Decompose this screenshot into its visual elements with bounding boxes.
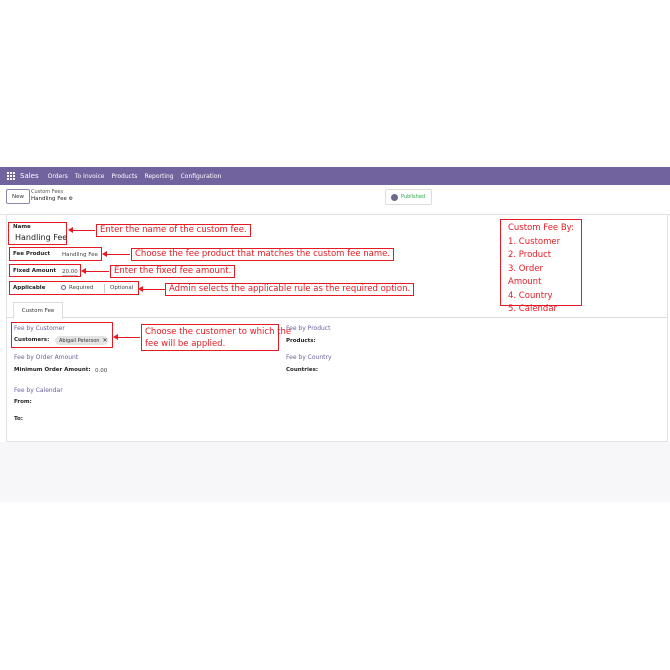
top-navbar: Sales Orders To Invoice Products Reporti… [0,167,670,185]
side-item: 5. Calendar [508,304,558,314]
menu-products[interactable]: Products [112,173,138,180]
fee-by-order-amount-heading: Fee by Order Amount [14,354,79,361]
globe-icon [391,193,398,201]
side-item: 1. Customer [508,236,561,247]
annotation-product: Choose the fee product that matches the … [131,248,395,261]
fee-by-calendar-heading: Fee by Calendar [14,387,63,394]
side-item: 2. Product [508,250,552,260]
applicable-optional-option[interactable]: Optional [110,285,133,291]
apps-grid-icon[interactable] [7,172,15,180]
breadcrumb-parent[interactable]: Custom Fees [31,189,63,195]
applicable-required-option[interactable]: Required [61,285,93,291]
customers-label: Customers: [14,337,50,343]
fee-product-label: Fee Product [13,251,51,257]
arrow-applicable [138,286,165,292]
arrow-name [68,227,95,233]
to-label: To: [14,416,23,422]
name-input[interactable]: Handling Fee [15,233,67,242]
app-name[interactable]: Sales [20,172,39,180]
min-order-input[interactable]: 0.00 [95,368,107,374]
menu-reporting[interactable]: Reporting [144,173,173,180]
breadcrumb-current-label: Handling Fee [31,196,67,202]
applicable-divider [104,284,105,293]
tab-bar [6,317,668,318]
annotation-customer-line2: fee will be applied. [145,339,226,349]
customer-tag[interactable]: Abigail Peterson ✕ [55,336,108,345]
new-button[interactable]: New [6,189,30,204]
custom-fee-by-annotation: Custom Fee By: 1. Customer 2. Product 3.… [500,219,582,314]
published-button[interactable]: Published [385,189,432,205]
fee-by-customer-heading: Fee by Customer [14,325,65,332]
side-item: 3. Order Amount [508,263,543,288]
fee-by-country-heading: Fee by Country [286,354,332,361]
chatter-area [0,442,670,502]
tab-custom-fee[interactable]: Custom Fee [13,302,63,319]
close-icon[interactable]: ✕ [102,337,107,344]
control-panel: New Custom Fees Handling Fee ⚙ Published [0,185,670,215]
required-label: Required [69,285,94,291]
annotation-customer-line1: Choose the customer to which the [145,327,292,337]
from-label: From: [14,399,32,405]
gear-icon[interactable]: ⚙ [69,196,73,202]
min-order-label: Minimum Order Amount: [14,367,91,373]
countries-label: Countries: [286,367,319,373]
side-item: 4. Country [508,290,553,301]
published-label: Published [401,194,426,200]
products-label: Products: [286,338,316,344]
menu-orders[interactable]: Orders [48,173,68,180]
annotation-customer: Choose the customer to which the fee wil… [141,324,292,351]
arrow-amount [81,268,109,274]
menu-to-invoice[interactable]: To Invoice [75,173,105,180]
menu-configuration[interactable]: Configuration [181,173,222,180]
annotation-name: Enter the name of the custom fee. [96,224,251,237]
fixed-amount-input[interactable]: 20.00 [62,269,78,276]
breadcrumb-current: Handling Fee ⚙ [31,196,73,202]
fee-product-input[interactable]: Handling Fee [62,252,98,258]
annotation-amount: Enter the fixed fee amount. [110,265,236,278]
side-title: Custom Fee By: [508,223,574,233]
name-label: Name [13,224,31,230]
customer-tag-label: Abigail Peterson [59,337,100,344]
arrow-product [102,251,130,257]
radio-checked-icon[interactable] [61,285,66,290]
arrow-customer [113,334,140,340]
annotation-applicable: Admin selects the applicable rule as the… [165,283,415,296]
fee-by-product-heading: Fee by Product [286,325,331,332]
fixed-amount-label: Fixed Amount [13,268,56,274]
applicable-label: Applicable [13,285,46,291]
